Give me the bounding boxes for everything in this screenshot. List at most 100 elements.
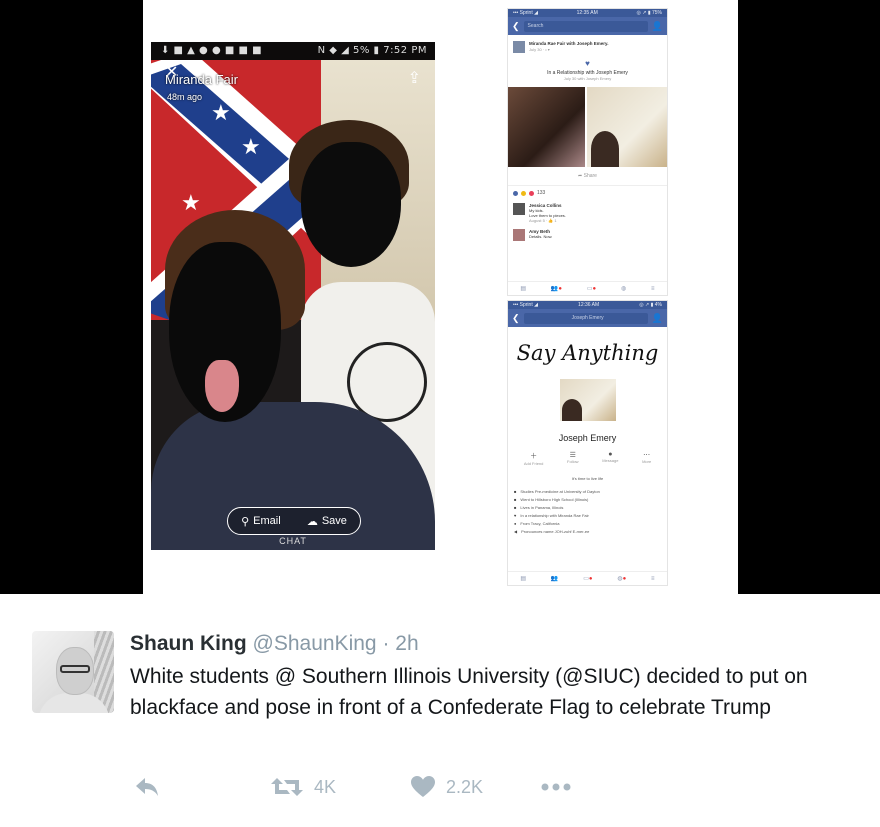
news-feed-icon[interactable]: ▤	[520, 285, 526, 292]
info-line: ■ Studies Pre-medicine at University of D…	[508, 487, 667, 495]
messenger-icon[interactable]: ▭●	[583, 575, 592, 582]
message-button[interactable]: ● Message	[602, 451, 618, 466]
phone-status-bar: ⬇ ■ ▲ ● ● ■ ■ ■ N ◆ ◢ 5% ▮ 7:52 PM	[151, 42, 435, 60]
save-button[interactable]: ☁ Save	[307, 515, 347, 528]
info-text: From Tracy, California	[520, 520, 560, 526]
avatar	[513, 203, 525, 215]
post-photos	[508, 81, 667, 167]
email-button[interactable]: ⚲ Email	[241, 515, 281, 528]
fb-search-input[interactable]: Joseph Emery	[523, 312, 648, 324]
profile-name: Joseph Emery	[558, 433, 617, 443]
battery: ◎ ↗ ▮ 75%	[636, 10, 662, 16]
reaction-summary[interactable]: 133	[508, 186, 667, 200]
profile-bio: It's time to live life	[571, 476, 604, 481]
more-label: More	[642, 459, 652, 464]
follow-icon: ☰	[569, 452, 576, 459]
person-front-tongue	[205, 360, 239, 412]
snapchat-screenshot: ★ ★ ★ ★ ★ ⬇ ■ ▲ ● ● ■ ■ ■ N ◆ ◢ 5% ▮ 7:5…	[151, 42, 435, 550]
heart-icon	[411, 776, 435, 797]
home-icon: ■	[514, 504, 517, 510]
snap-action-pill: ⚲ Email ☁ Save	[227, 507, 361, 535]
info-text: Went to Hillsboro High School (Illinois)	[520, 496, 589, 502]
info-line: ● From Tracy, California	[508, 519, 667, 527]
author-name[interactable]: Shaun King	[130, 632, 247, 655]
friends-icon[interactable]: 👥●	[551, 285, 562, 292]
fb-search-input[interactable]: Search	[523, 20, 648, 32]
comment: Jessica Collins My kids. Love them to pi…	[508, 200, 667, 226]
share-arrow-icon: ➦	[578, 173, 583, 179]
fb-nav-bar: ❮ Joseph Emery 👤	[508, 309, 667, 327]
facebook-post-screenshot: ••• Sprint ◢ 12:35 AM ◎ ↗ ▮ 75% ❮ Search…	[507, 8, 668, 296]
tweet-timestamp[interactable]: 2h	[395, 632, 418, 655]
friend-requests-icon[interactable]: 👤	[652, 21, 663, 32]
share-button[interactable]: ➦ Share	[508, 167, 667, 186]
info-text: Lives in Panama, Illinois	[520, 504, 564, 510]
messenger-icon[interactable]: ▭●	[587, 285, 596, 292]
share-icon[interactable]: ⇪	[408, 68, 421, 88]
info-text: Pronounces name JOH-zuhf E-mer-ee	[521, 528, 590, 534]
like-reaction-icon	[513, 190, 518, 196]
friends-icon[interactable]: 👥	[551, 575, 558, 582]
profile-photo[interactable]	[587, 87, 667, 167]
avatar	[513, 41, 525, 53]
message-label: Message	[602, 458, 619, 463]
speaker-icon: ◀	[514, 528, 518, 534]
news-feed-icon[interactable]: ▤	[520, 575, 526, 582]
facebook-profile-screenshot: ••• Sprint ◢ 12:36 AM ◎ ↗ ▮ 4% ❮ Joseph …	[507, 300, 668, 586]
follow-button[interactable]: ☰ Follow	[567, 451, 579, 466]
fb-tab-bar: ▤ 👥● ▭● ◍ ≡	[508, 281, 667, 295]
profile-actions: ＋ Add Friend ☰ Follow ● Message ⋯ More	[508, 443, 667, 466]
school-icon: ■	[514, 496, 517, 502]
add-friend-icon: ＋	[530, 453, 538, 460]
carrier: ••• Sprint ◢	[513, 10, 538, 16]
back-icon[interactable]: ❮	[512, 21, 520, 32]
phone-status-bar: ••• Sprint ◢ 12:36 AM ◎ ↗ ▮ 4%	[508, 301, 667, 309]
retweet-button[interactable]: 4K	[270, 772, 336, 802]
person-back-face	[301, 142, 401, 267]
tweet-media[interactable]: ★ ★ ★ ★ ★ ⬇ ■ ▲ ● ● ■ ■ ■ N ◆ ◢ 5% ▮ 7:5…	[0, 0, 880, 594]
download-cloud-icon: ☁	[306, 515, 318, 528]
avatar-glasses	[60, 665, 90, 673]
heart-icon: ♥	[585, 59, 590, 68]
couple-photo[interactable]	[508, 87, 586, 167]
post-header: Miranda Rae Fair with Joseph Emery. July…	[508, 35, 667, 55]
haha-reaction-icon	[521, 190, 526, 196]
more-button[interactable]: ⋯ More	[642, 451, 651, 466]
info-text: Studies Pre-medicine at University of Da…	[520, 488, 600, 494]
comment: Amy Beth Details. Now.	[508, 226, 667, 244]
graduation-icon: ■	[514, 488, 517, 494]
notifications-globe-icon[interactable]: ◍	[621, 285, 626, 292]
reaction-count: 133	[537, 190, 546, 196]
location-pin-icon: ●	[514, 520, 517, 526]
back-icon[interactable]: ❮	[512, 313, 520, 324]
info-line: ■ Lives in Panama, Illinois	[508, 503, 667, 511]
menu-icon[interactable]: ≡	[651, 576, 655, 582]
avatar	[513, 229, 525, 241]
post-meta: July 30 · • ▾	[529, 47, 550, 52]
more-button[interactable]	[540, 772, 572, 802]
snap-time-ago: 48m ago	[167, 92, 203, 102]
tweet-action-bar: 4K 2.2K	[130, 772, 610, 802]
love-reaction-icon	[529, 190, 534, 196]
reply-button[interactable]	[134, 772, 160, 802]
chat-label[interactable]: CHAT	[151, 536, 435, 546]
status-right-info: N ◆ ◢ 5% ▮ 7:52 PM	[317, 45, 427, 56]
notifications-globe-icon[interactable]: ◍●	[617, 575, 626, 582]
cover-photo[interactable]: Say Anything	[508, 327, 667, 379]
status-left-icons: ⬇ ■ ▲ ● ● ■ ■ ■	[161, 45, 263, 56]
profile-picture[interactable]	[557, 377, 618, 423]
info-line: ♥ In a relationship with Miranda Rae Fair	[508, 511, 667, 519]
author-handle[interactable]: @ShaunKing	[253, 632, 377, 655]
tweet-header: Shaun King @ShaunKing · 2h	[130, 631, 419, 657]
header-separator: ·	[382, 632, 390, 655]
friend-requests-icon[interactable]: 👤	[652, 313, 663, 324]
svg-text:★: ★	[181, 191, 201, 216]
avatar[interactable]	[32, 631, 114, 713]
add-friend-label: Add Friend	[523, 461, 544, 466]
menu-icon[interactable]: ≡	[651, 286, 655, 292]
carrier: ••• Sprint ◢	[513, 302, 538, 308]
add-friend-button[interactable]: ＋ Add Friend	[524, 451, 544, 466]
tweet-text: White students @ Southern Illinois Unive…	[130, 665, 808, 719]
follow-label: Follow	[567, 459, 579, 464]
like-button[interactable]: 2.2K	[410, 772, 483, 802]
